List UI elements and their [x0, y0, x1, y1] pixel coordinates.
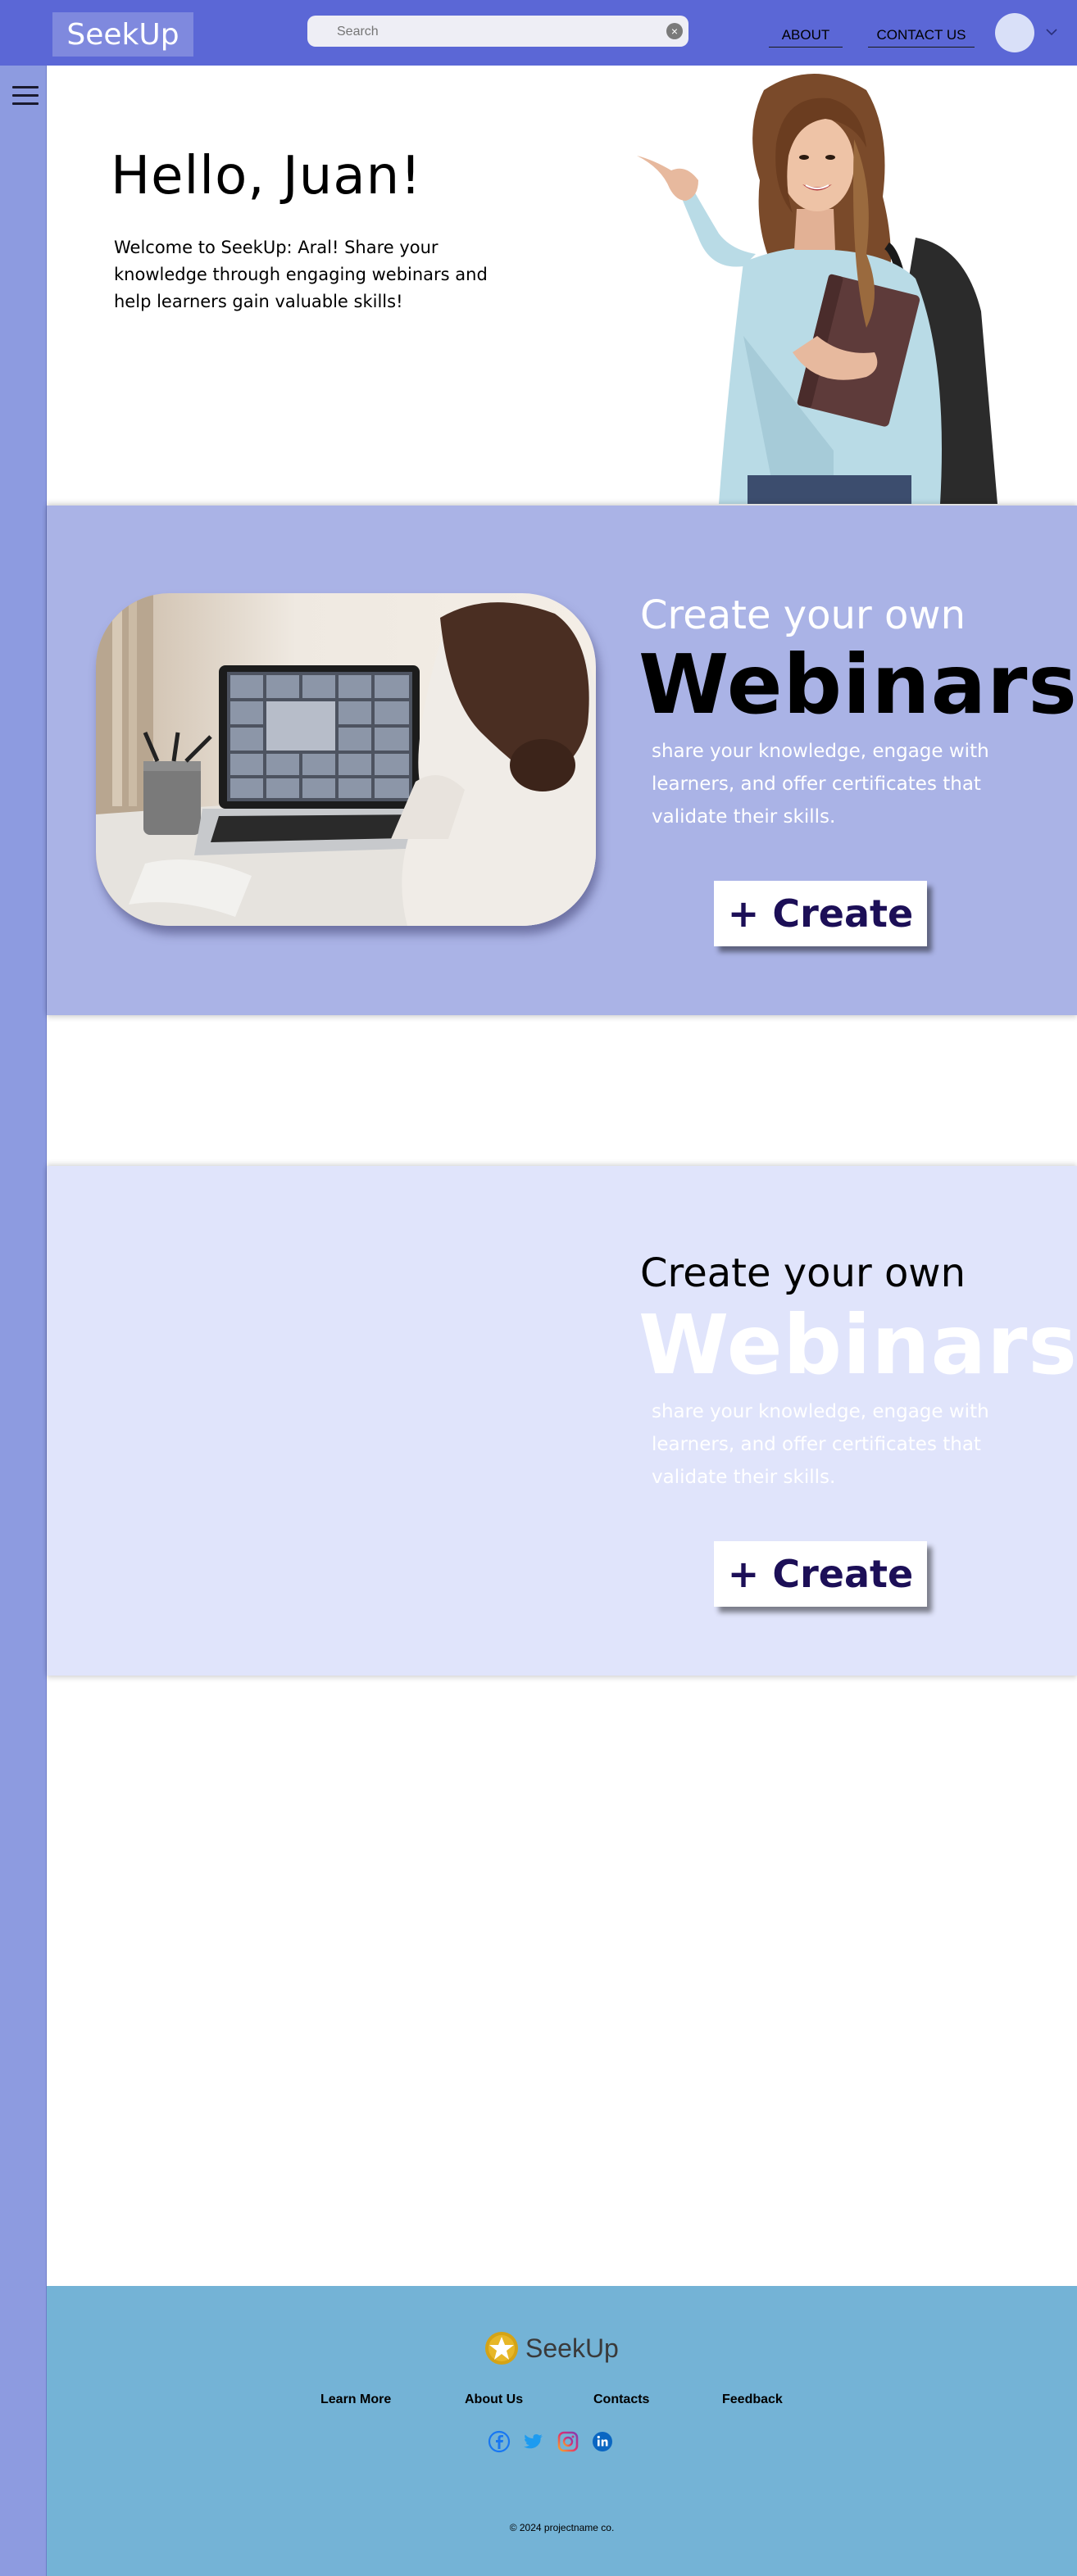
hero-section: Hello, Juan! Welcome to SeekUp: Aral! Sh…	[47, 66, 1077, 504]
footer-link-about-us[interactable]: About Us	[465, 2392, 523, 2407]
create-webinar-section: Create your own Webinars share your know…	[47, 506, 1077, 1015]
section-description: share your knowledge, engage with learne…	[652, 1401, 989, 1488]
facebook-icon[interactable]	[488, 2430, 511, 2453]
create-webinar-section-secondary: Create your own Webinars share your know…	[47, 1166, 1077, 1676]
nav-about-link[interactable]: ABOUT	[769, 27, 843, 48]
footer-logo[interactable]: SeekUp	[484, 2331, 619, 2365]
logo[interactable]: SeekUp	[52, 12, 193, 57]
instagram-icon[interactable]	[557, 2430, 579, 2453]
footer-link-feedback[interactable]: Feedback	[722, 2392, 783, 2407]
twitter-icon[interactable]	[522, 2430, 545, 2453]
section-description: share your knowledge, engage with learne…	[652, 741, 989, 828]
create-webinar-button[interactable]: + Create	[714, 1541, 927, 1607]
linkedin-icon[interactable]	[591, 2430, 614, 2453]
footer-logo-text: SeekUp	[525, 2333, 619, 2363]
avatar[interactable]	[995, 13, 1034, 52]
top-navigation-bar: SeekUp × ABOUT CONTACT US	[0, 0, 1077, 66]
section-subtitle: Create your own	[640, 1250, 966, 1296]
copyright-text: © 2024 projectname co.	[509, 2522, 615, 2533]
webinar-photo	[96, 593, 596, 926]
search-input[interactable]	[335, 16, 650, 48]
footer-link-learn-more[interactable]: Learn More	[320, 2392, 391, 2407]
nav-contact-link[interactable]: CONTACT US	[868, 27, 975, 48]
footer-link-contacts[interactable]: Contacts	[593, 2392, 649, 2407]
section-subtitle: Create your own	[640, 592, 966, 638]
hero-image	[637, 74, 997, 504]
page-title: Hello, Juan!	[111, 146, 422, 206]
section-title: Webinars	[638, 637, 1077, 732]
clear-search-icon[interactable]: ×	[666, 23, 683, 39]
chevron-down-icon[interactable]	[1044, 25, 1059, 39]
create-webinar-button[interactable]: + Create	[714, 881, 927, 946]
search-bar: ×	[307, 16, 688, 48]
section-title: Webinars	[638, 1297, 1077, 1393]
welcome-text: Welcome to SeekUp: Aral! Share your know…	[114, 238, 488, 311]
menu-icon[interactable]	[12, 86, 39, 107]
sidebar	[0, 66, 47, 2576]
star-logo-icon	[485, 2332, 518, 2365]
footer: SeekUp Learn More About Us Contacts Feed…	[47, 2286, 1077, 2576]
